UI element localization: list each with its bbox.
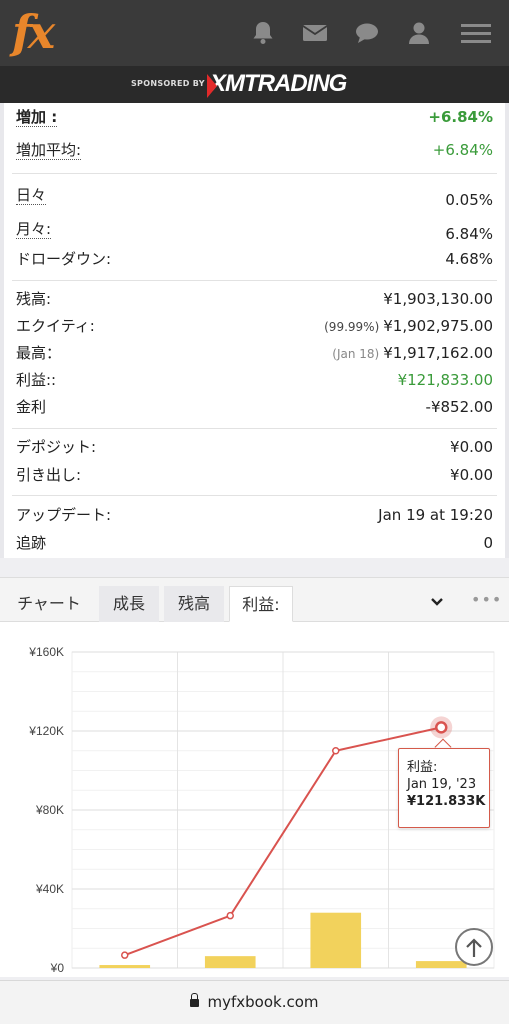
- stat-row-profit: 利益:: ¥121,833.00: [16, 367, 493, 393]
- sponsor-logo: XMTRADING: [210, 70, 347, 97]
- divider: [12, 495, 497, 496]
- stat-row-deposits: デポジット: ¥0.00: [16, 434, 493, 460]
- sponsor-logo-mark: [207, 74, 217, 98]
- chart-tooltip: 利益: Jan 19, '23 ¥121.833K: [398, 748, 490, 828]
- url-text: myfxbook.com: [207, 993, 319, 1011]
- stat-row-interest: 金利 -¥852.00: [16, 394, 493, 420]
- tooltip-date: Jan 19, '23: [407, 777, 477, 792]
- chevron-down-icon[interactable]: [430, 597, 444, 607]
- stat-value: ¥1,903,130.00: [383, 290, 493, 308]
- y-tick-label: ¥80K: [35, 803, 64, 817]
- y-tick-label: ¥0: [50, 961, 65, 975]
- stat-value[interactable]: 0: [483, 530, 493, 556]
- lock-icon: [190, 993, 200, 1007]
- scroll-to-top-button[interactable]: [455, 928, 493, 966]
- stat-label: デポジット:: [16, 438, 97, 456]
- stat-label: ドローダウン:: [16, 250, 112, 268]
- stat-row-highest: 最高： (Jan 18) ¥1,917,162.00: [16, 340, 493, 366]
- tooltip-series: 利益:: [407, 760, 438, 775]
- divider: [12, 428, 497, 429]
- divider: [12, 173, 497, 174]
- stat-value: +6.84%: [428, 108, 493, 126]
- stat-label: 引き出し:: [16, 466, 82, 484]
- line-point: [121, 951, 129, 959]
- stat-label[interactable]: 増加平均:: [16, 137, 82, 163]
- profit-bar: [204, 956, 256, 968]
- stat-label: 最高：: [16, 344, 62, 362]
- stat-label: アップデート:: [16, 506, 112, 524]
- stat-row-daily: 日々 0.05%: [16, 182, 493, 209]
- menu-icon[interactable]: [459, 18, 493, 48]
- stat-value: ¥121,833.00: [397, 371, 493, 389]
- line-point: [226, 911, 234, 920]
- sponsor-label: SPONSORED BY: [131, 79, 205, 88]
- stat-row-tracking: 追跡 0: [16, 530, 493, 556]
- stat-value: +6.84%: [432, 141, 493, 159]
- stat-label[interactable]: 日々: [16, 182, 47, 208]
- profit-bar: [415, 961, 467, 968]
- arrow-up-icon: [466, 938, 482, 957]
- top-navigation-bar: fx: [0, 0, 509, 66]
- highest-date: (Jan 18): [332, 347, 380, 361]
- stat-value: -¥852.00: [425, 398, 493, 416]
- stat-label: 残高:: [16, 290, 52, 308]
- y-tick-label: ¥120K: [28, 724, 64, 738]
- stat-value: (Jan 18) ¥1,917,162.00: [332, 340, 493, 367]
- chart-tabs: チャート 成長 残高 利益: •••: [0, 578, 509, 622]
- y-tick-label: ¥160K: [28, 645, 64, 659]
- stat-row-balance: 残高: ¥1,903,130.00: [16, 286, 493, 312]
- sponsor-banner[interactable]: SPONSORED BY XMTRADING: [0, 66, 509, 103]
- site-logo[interactable]: fx: [12, 6, 55, 58]
- chat-icon[interactable]: [352, 18, 382, 48]
- divider: [12, 280, 497, 281]
- stat-label[interactable]: 増加 :: [16, 104, 58, 130]
- stat-value: ¥0.00: [450, 438, 493, 456]
- y-tick-label: ¥40K: [35, 882, 64, 896]
- stat-label[interactable]: 月々:: [16, 216, 52, 242]
- equity-percent: (99.99%): [324, 320, 380, 334]
- line-point-highlight: [435, 721, 448, 734]
- stat-row-equity: エクイティ: (99.99%) ¥1,902,975.00: [16, 313, 493, 339]
- account-stats-card: 増加 : +6.84% 増加平均: +6.84% 日々 0.05% 月々: 6.…: [0, 103, 509, 558]
- stat-label: 金利: [16, 398, 47, 416]
- bell-icon[interactable]: [248, 18, 278, 48]
- highest-amount: ¥1,917,162.00: [383, 344, 493, 362]
- browser-address-bar[interactable]: myfxbook.com: [0, 980, 509, 1024]
- tab-profit[interactable]: 利益:: [229, 586, 293, 622]
- tab-balance[interactable]: 残高: [164, 586, 224, 622]
- profit-bar: [310, 912, 362, 968]
- more-options-icon[interactable]: •••: [471, 590, 502, 609]
- tab-growth[interactable]: 成長: [99, 586, 159, 622]
- stat-value: 4.68%: [445, 250, 493, 268]
- stat-row-withdrawals: 引き出し: ¥0.00: [16, 462, 493, 488]
- line-point: [332, 747, 340, 755]
- stat-value: 0.05%: [445, 191, 493, 209]
- stat-value: (99.99%) ¥1,902,975.00: [324, 313, 493, 340]
- stat-row-abs-gain: 増加平均: +6.84%: [16, 137, 493, 163]
- stat-value: Jan 19 at 19:20: [378, 506, 493, 524]
- envelope-icon[interactable]: [300, 18, 330, 48]
- tab-chart[interactable]: チャート: [4, 586, 94, 622]
- tooltip-value: ¥121.833K: [407, 794, 486, 809]
- url-display[interactable]: myfxbook.com: [0, 993, 509, 1011]
- stat-row-monthly: 月々: 6.84%: [16, 216, 493, 243]
- profit-bar: [99, 965, 151, 968]
- stat-value: 6.84%: [445, 225, 493, 243]
- stat-row-drawdown: ドローダウン: 4.68%: [16, 246, 493, 272]
- stat-value: ¥0.00: [450, 466, 493, 484]
- stat-row-updated: アップデート: Jan 19 at 19:20: [16, 502, 493, 528]
- stat-label: エクイティ:: [16, 317, 95, 335]
- stat-label: 利益::: [16, 371, 57, 389]
- stat-label: 追跡: [16, 534, 47, 552]
- user-icon[interactable]: [404, 18, 434, 48]
- stat-row-gain: 増加 : +6.84%: [16, 104, 493, 130]
- equity-amount: ¥1,902,975.00: [383, 317, 493, 335]
